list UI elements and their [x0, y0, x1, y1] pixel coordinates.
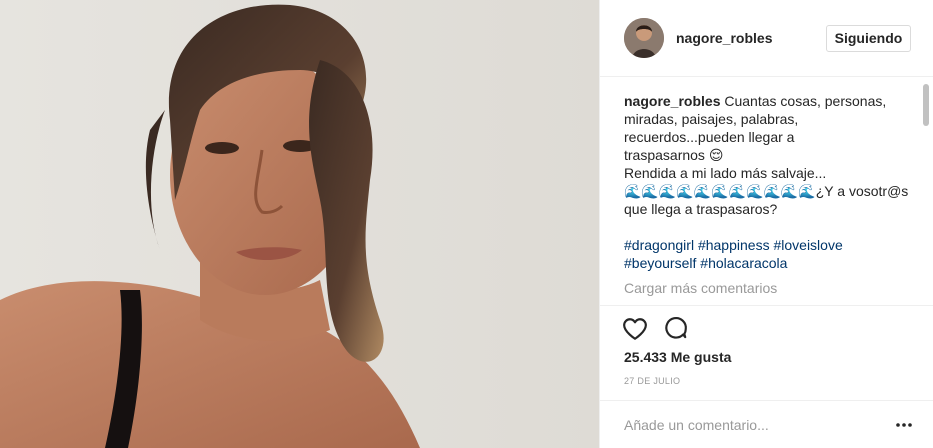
hashtag-link[interactable]: #happiness	[698, 237, 770, 253]
hashtag-link[interactable]: #holacaracola	[700, 255, 787, 271]
caption-author-link[interactable]: nagore_robles	[624, 93, 720, 109]
heart-icon[interactable]	[622, 316, 648, 342]
post-date[interactable]: 27 DE JULIO	[624, 376, 680, 386]
hashtag-link[interactable]: #dragongirl	[624, 237, 694, 253]
author-username-link[interactable]: nagore_robles	[676, 30, 772, 46]
caption-text-line: que llega a traspasaros?	[624, 201, 778, 217]
caption-text-line: 🌊🌊🌊🌊🌊🌊🌊🌊🌊🌊🌊¿Y a vosotr@s	[624, 183, 909, 199]
comment-bubble-icon[interactable]	[663, 316, 689, 342]
comments-list: nagore_robles Cuantas cosas, personas, m…	[624, 92, 920, 304]
post-photo[interactable]	[0, 0, 599, 448]
actions-divider	[600, 305, 933, 306]
load-more-comments-link[interactable]: Cargar más comentarios	[624, 279, 920, 297]
caption-text-line: miradas, paisajes, palabras,	[624, 111, 799, 127]
caption-text-line: traspasarnos 😌	[624, 147, 724, 163]
avatar-image-icon	[624, 18, 664, 58]
avatar[interactable]	[624, 18, 664, 58]
caption-text-line: Cuantas cosas, personas,	[724, 93, 887, 109]
post-header: nagore_robles Siguiendo	[600, 0, 933, 77]
photo-illustration	[0, 0, 599, 448]
hashtag-link[interactable]: #beyourself	[624, 255, 696, 271]
comments-scrollbar[interactable]	[923, 84, 929, 126]
post-side-panel: nagore_robles Siguiendo nagore_robles Cu…	[599, 0, 933, 448]
following-button[interactable]: Siguiendo	[826, 25, 911, 52]
add-comment-section	[600, 400, 933, 448]
caption: nagore_robles Cuantas cosas, personas, m…	[624, 92, 920, 272]
hashtags: #dragongirl #happiness #loveislove #beyo…	[624, 236, 920, 272]
likes-count[interactable]: 25.433 Me gusta	[624, 349, 731, 365]
hashtag-link[interactable]: #loveislove	[773, 237, 842, 253]
caption-text-line: recuerdos...pueden llegar a	[624, 129, 795, 145]
more-options-icon[interactable]	[894, 415, 914, 435]
add-comment-input[interactable]	[624, 415, 884, 435]
caption-text-line: Rendida a mi lado más salvaje...	[624, 165, 827, 181]
